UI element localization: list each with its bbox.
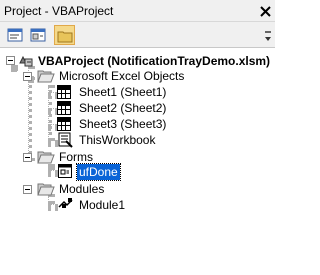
excel-objects-folder-label[interactable]: Microsoft Excel Objects bbox=[59, 68, 184, 84]
project-expander[interactable] bbox=[6, 56, 15, 65]
worksheet-icon bbox=[57, 117, 71, 131]
view-object-button[interactable] bbox=[28, 25, 49, 45]
view-code-icon bbox=[7, 28, 23, 42]
toolbar-overflow-icon[interactable] bbox=[263, 28, 273, 44]
forms-folder-label[interactable]: Forms bbox=[59, 149, 93, 165]
module1-label[interactable]: Module1 bbox=[79, 197, 125, 213]
project-tree: VBAProject (NotificationTrayDemo.xlsm) M… bbox=[0, 48, 275, 275]
close-button[interactable] bbox=[257, 3, 272, 18]
tree-line bbox=[48, 140, 58, 144]
modules-expander[interactable] bbox=[23, 185, 32, 194]
worksheet-icon bbox=[57, 85, 71, 99]
sheet2-label[interactable]: Sheet2 (Sheet2) bbox=[79, 100, 166, 116]
open-folder-icon bbox=[37, 70, 55, 83]
sheet3-label[interactable]: Sheet3 (Sheet3) bbox=[79, 116, 166, 132]
close-icon bbox=[260, 6, 271, 17]
userform-icon bbox=[58, 164, 72, 178]
tree-line bbox=[11, 65, 17, 71]
vba-project-icon bbox=[19, 55, 33, 67]
title-bar: Project - VBAProject bbox=[0, 0, 275, 22]
ufdone-label[interactable]: ufDone bbox=[76, 163, 121, 181]
modules-folder-label[interactable]: Modules bbox=[59, 181, 104, 197]
open-folder-icon bbox=[37, 151, 55, 164]
view-code-button[interactable] bbox=[5, 25, 26, 45]
view-object-icon bbox=[30, 28, 46, 42]
tree-line bbox=[48, 170, 58, 174]
project-label[interactable]: VBAProject (NotificationTrayDemo.xlsm) bbox=[38, 53, 270, 69]
module-icon bbox=[58, 198, 73, 208]
thisworkbook-label[interactable]: ThisWorkbook bbox=[79, 132, 155, 148]
worksheet-icon bbox=[57, 101, 71, 115]
toggle-folders-button[interactable] bbox=[54, 25, 75, 45]
toolbar bbox=[0, 22, 275, 48]
open-folder-icon bbox=[37, 183, 55, 196]
forms-expander[interactable] bbox=[23, 153, 32, 162]
workbook-icon bbox=[58, 132, 73, 148]
window-title: Project - VBAProject bbox=[4, 4, 114, 18]
tree-line bbox=[48, 204, 58, 208]
sheet1-label[interactable]: Sheet1 (Sheet1) bbox=[79, 84, 166, 100]
folder-icon bbox=[57, 31, 73, 43]
excel-objects-expander[interactable] bbox=[23, 72, 32, 81]
